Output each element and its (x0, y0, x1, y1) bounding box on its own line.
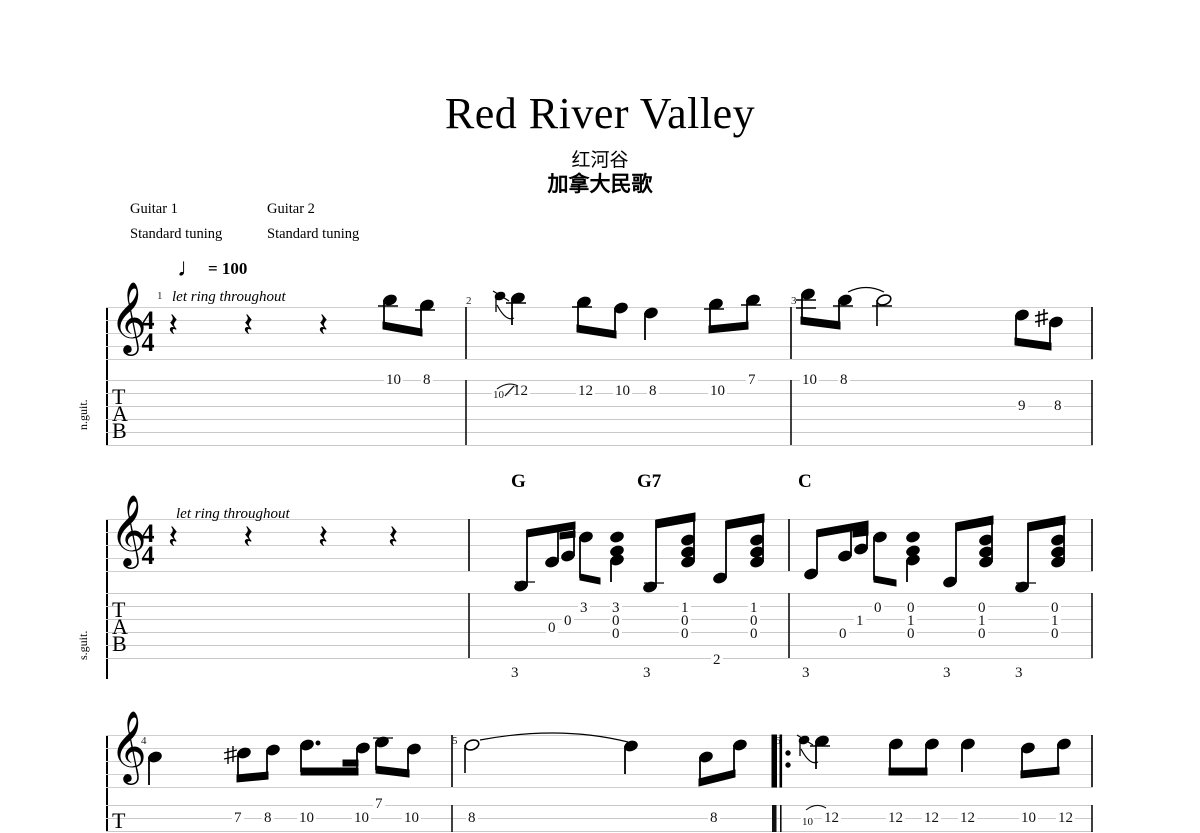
tab-number: 8 (647, 383, 659, 399)
page-title: Red River Valley (444, 89, 756, 138)
tab-number: 0 (546, 620, 558, 636)
guitar2-name: Guitar 2 (267, 201, 315, 217)
tab-number: 10 (1019, 810, 1038, 826)
tab-number: 1 (854, 613, 866, 629)
tab-number: 12 (511, 383, 530, 399)
treble-clef-icon: 𝄞 (110, 713, 147, 781)
quarter-rest-icon: 𝄽 (318, 308, 329, 344)
tab-number: 0 (872, 600, 884, 616)
tab-number: 8 (421, 372, 433, 388)
quarter-rest-icon: 𝄽 (243, 520, 254, 556)
tab-number: 0 (748, 626, 760, 642)
quarter-rest-icon: 𝄽 (168, 520, 179, 556)
tab-clef-letters: T A B (112, 597, 128, 656)
tab-number: 0 (562, 613, 574, 629)
tab-number: 12 (822, 810, 841, 826)
measure-number: 5 (452, 735, 458, 747)
tab-number: 12 (576, 383, 595, 399)
tab-number: 0 (837, 626, 849, 642)
system3-tab-staff (106, 805, 1093, 832)
tab-number: 0 (1049, 626, 1061, 642)
tab-number: 8 (838, 372, 850, 388)
tab-number: 7 (746, 372, 758, 388)
sheet-music-page: Red River Valley 红河谷 加拿大民歌 Guitar 1 Stan… (0, 0, 1200, 832)
tab-number: 3 (578, 600, 590, 616)
time-signature: 4 4 (141, 306, 155, 357)
tab-number: 7 (232, 810, 244, 826)
tab-number: 8 (466, 810, 478, 826)
tab-number: 8 (1052, 398, 1064, 414)
tempo-value: = 100 (208, 259, 248, 278)
tab-number: 7 (373, 796, 385, 812)
system2-tab-staff (106, 593, 1093, 659)
guitar2-tuning: Standard tuning (267, 226, 360, 242)
tab-number: 12 (886, 810, 905, 826)
expression-let-ring: let ring throughout (176, 506, 290, 522)
tab-clef-letters: T (112, 808, 126, 833)
quarter-rest-icon: 𝄽 (243, 308, 254, 344)
quarter-note-icon: ♩ (177, 253, 203, 282)
system2-notation-staff (106, 519, 1093, 572)
subtitle-chinese-secondary: 加拿大民歌 (547, 172, 653, 196)
tab-number: 10 (402, 810, 421, 826)
tab-number: 10 (800, 372, 819, 388)
tab-number: 2 (711, 652, 723, 668)
tab-number: 8 (262, 810, 274, 826)
tab-number: 12 (958, 810, 977, 826)
tab-number: 3 (800, 665, 812, 681)
system1-notation-staff (106, 307, 1093, 360)
tab-number: 10 (708, 383, 727, 399)
tab-number: 0 (610, 626, 622, 642)
measure-number: 3 (791, 295, 797, 307)
tab-number: 8 (708, 810, 720, 826)
tab-number: 3 (509, 665, 521, 681)
tab-number: 3 (1013, 665, 1025, 681)
quarter-rest-icon: 𝄽 (318, 520, 329, 556)
system1-tab-staff (106, 380, 1093, 446)
tab-clef-letters: T A B (112, 384, 128, 443)
tab-number: 10 (352, 810, 371, 826)
measure-number: 2 (466, 295, 472, 307)
tab-number: 12 (1056, 810, 1075, 826)
measure-number: 6 (775, 735, 781, 747)
measure-number: 4 (141, 735, 147, 747)
expression-let-ring: let ring throughout (172, 289, 286, 305)
tab-number: 10 (613, 383, 632, 399)
measure-number: 1 (157, 290, 163, 302)
tab-number: 3 (941, 665, 953, 681)
chord-symbol: G7 (637, 471, 662, 492)
tab-number: 0 (679, 626, 691, 642)
tab-number: 10 (297, 810, 316, 826)
system1-instrument-label: n.guit. (76, 399, 90, 430)
tab-number: 3 (641, 665, 653, 681)
quarter-rest-icon: 𝄽 (168, 308, 179, 344)
guitar1-tuning: Standard tuning (130, 226, 223, 242)
tab-number-grace: 10 (801, 816, 814, 829)
tab-number: 12 (922, 810, 941, 826)
tab-number: 0 (905, 626, 917, 642)
system2-instrument-label: s.guit. (76, 630, 90, 660)
tab-number-grace: 10 (492, 389, 505, 402)
system3-notation-staff (106, 735, 1093, 788)
tab-number: 10 (384, 372, 403, 388)
tempo-marking: ♩ = 100 (177, 253, 248, 282)
chord-symbol: G (511, 471, 526, 492)
guitar1-name: Guitar 1 (130, 201, 178, 217)
chord-symbol: C (798, 471, 812, 492)
time-signature: 4 4 (141, 519, 155, 570)
quarter-rest-icon: 𝄽 (388, 520, 399, 556)
tab-number: 0 (976, 626, 988, 642)
tab-number: 9 (1016, 398, 1028, 414)
